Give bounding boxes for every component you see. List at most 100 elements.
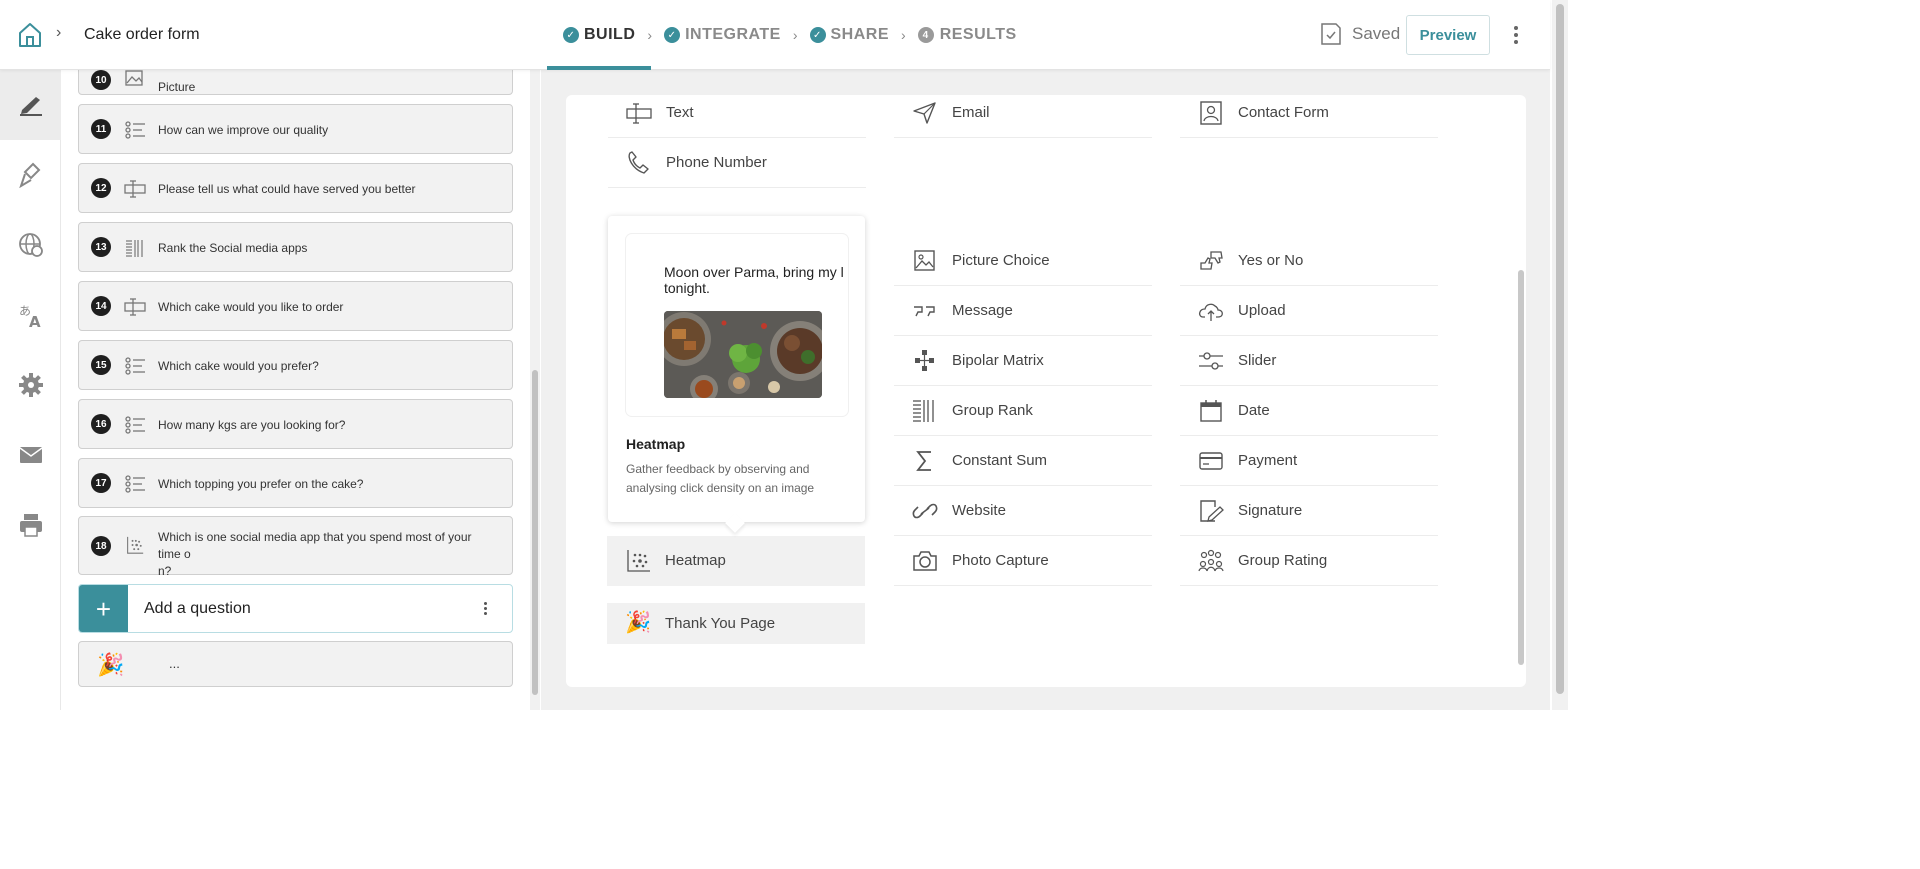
slider-icon (1199, 352, 1223, 370)
plus-icon: + (79, 585, 128, 632)
preview-button[interactable]: Preview (1406, 15, 1490, 55)
question-type-group-rank[interactable]: Group Rank (894, 386, 1152, 436)
question-type-date[interactable]: Date (1180, 386, 1438, 436)
question-type-label: Payment (1238, 452, 1298, 469)
more-options-icon[interactable] (1508, 24, 1524, 46)
question-type-picture-choice[interactable]: Picture Choice (894, 236, 1152, 286)
chevron-right-icon: › (792, 27, 798, 43)
step-results[interactable]: 4 RESULTS (917, 0, 1017, 70)
question-type-group-rating[interactable]: Group Rating (1180, 536, 1438, 586)
home-icon[interactable] (18, 22, 42, 48)
heatmap-icon (627, 550, 650, 572)
question-type-bipolar-matrix[interactable]: Bipolar Matrix (894, 336, 1152, 386)
question-card[interactable]: 15 Which cake would you prefer? (78, 340, 513, 390)
question-type-label: Slider (1238, 352, 1277, 369)
question-type-label: Message (952, 302, 1013, 319)
nav-languages-web[interactable] (0, 210, 61, 280)
question-list-scrollbar[interactable] (530, 70, 540, 710)
question-card[interactable]: 13 Rank the Social media apps (78, 222, 513, 272)
step-label: RESULTS (939, 26, 1017, 43)
question-text: Rank the Social media apps (158, 241, 308, 255)
question-type-constant-sum[interactable]: Constant Sum (894, 436, 1152, 486)
contact-form-icon (1200, 101, 1222, 125)
question-number: 11 (91, 119, 111, 139)
question-type-upload[interactable]: Upload (1180, 286, 1438, 336)
question-type-website[interactable]: Website (894, 486, 1152, 536)
link-icon (912, 503, 938, 519)
question-text: Which topping you prefer on the cake? (158, 477, 364, 491)
step-label: INTEGRATE (685, 26, 781, 43)
step-integrate[interactable]: ✓ INTEGRATE (664, 0, 781, 70)
signature-icon (1200, 500, 1224, 522)
question-card[interactable]: 11 How can we improve our quality (78, 104, 513, 154)
question-card[interactable]: 18 Which is one social media app that yo… (78, 516, 513, 578)
translate-icon: あA (19, 304, 41, 328)
edit-icon (19, 97, 42, 116)
question-type-signature[interactable]: Signature (1180, 486, 1438, 536)
question-card[interactable]: 17 Which topping you prefer on the cake? (78, 458, 513, 508)
question-card[interactable]: 14 Which cake would you like to order (78, 281, 513, 331)
more-options-icon[interactable] (484, 602, 488, 617)
scrollbar-thumb[interactable] (1518, 270, 1524, 665)
question-type-yes-or-no[interactable]: Yes or No (1180, 236, 1438, 286)
question-type-label: Picture Choice (952, 252, 1050, 269)
question-type-contact-form[interactable]: Contact Form (1180, 88, 1438, 138)
thank-you-page-card[interactable]: 🎉 ... (78, 641, 513, 687)
tooltip-description: Gather feedback by observing and analysi… (626, 462, 815, 495)
step-build[interactable]: ✓ BUILD (546, 0, 652, 70)
question-number: 13 (91, 237, 111, 257)
scrollbar-thumb[interactable] (532, 370, 538, 695)
question-number: 17 (91, 473, 111, 493)
nav-edit[interactable] (0, 70, 61, 140)
tooltip-title: Heatmap (626, 436, 686, 452)
question-type-text[interactable]: Text (608, 88, 866, 138)
globe-icon (18, 233, 43, 257)
step-share[interactable]: ✓ SHARE (809, 0, 890, 70)
question-type-slider[interactable]: Slider (1180, 336, 1438, 386)
nav-settings[interactable] (0, 350, 61, 420)
question-type-label: Date (1238, 402, 1270, 419)
question-number: 15 (91, 355, 111, 375)
question-card[interactable]: 12 Please tell us what could have served… (78, 163, 513, 213)
camera-icon (913, 551, 937, 571)
question-type-label: Website (952, 502, 1006, 519)
question-type-photo-capture[interactable]: Photo Capture (894, 536, 1152, 586)
left-navigation: あA (0, 70, 61, 710)
question-type-thank-you-page[interactable]: 🎉 Thank You Page (607, 603, 865, 644)
svg-text:A: A (29, 313, 41, 328)
question-text: How can we improve our quality (158, 123, 329, 137)
gear-icon (18, 373, 43, 397)
nav-email[interactable] (0, 420, 61, 490)
tooltip-preview-question: Moon over Parma, bring my l tonight. (664, 264, 844, 296)
nav-translate[interactable]: あA (0, 280, 61, 350)
question-type-label: Group Rating (1238, 552, 1328, 569)
picture-icon (914, 250, 935, 271)
add-question-button[interactable]: + Add a question (78, 584, 513, 633)
question-type-payment[interactable]: Payment (1180, 436, 1438, 486)
chevron-right-icon: › (901, 27, 906, 43)
question-type-label: Yes or No (1238, 252, 1304, 269)
question-type-label: Bipolar Matrix (952, 352, 1044, 369)
question-text: Which cake would you prefer? (158, 359, 319, 373)
calendar-icon (1200, 400, 1222, 422)
paint-brush-icon (18, 162, 40, 188)
nav-print[interactable] (0, 490, 61, 560)
group-icon (1198, 549, 1224, 572)
question-type-email[interactable]: Email (894, 88, 1152, 138)
question-type-heatmap[interactable]: Heatmap (607, 536, 865, 586)
question-types-scrollbar[interactable] (1517, 95, 1525, 687)
scrollbar-thumb[interactable] (1556, 4, 1564, 694)
question-card[interactable]: 16 How many kgs are you looking for? (78, 399, 513, 449)
question-type-message[interactable]: Message (894, 286, 1152, 336)
question-card[interactable]: 10 Picture (78, 70, 513, 95)
step-label: BUILD (584, 26, 636, 43)
page-scrollbar[interactable] (1552, 0, 1568, 710)
question-type-label: Photo Capture (952, 552, 1049, 569)
mail-icon (19, 447, 42, 463)
thank-you-page-text: ... (169, 656, 180, 671)
question-number: 14 (91, 296, 111, 316)
chevron-right-icon: › (647, 27, 653, 43)
nav-design[interactable] (0, 140, 61, 210)
step-label: SHARE (830, 26, 890, 43)
question-type-phone-number[interactable]: Phone Number (608, 138, 866, 188)
